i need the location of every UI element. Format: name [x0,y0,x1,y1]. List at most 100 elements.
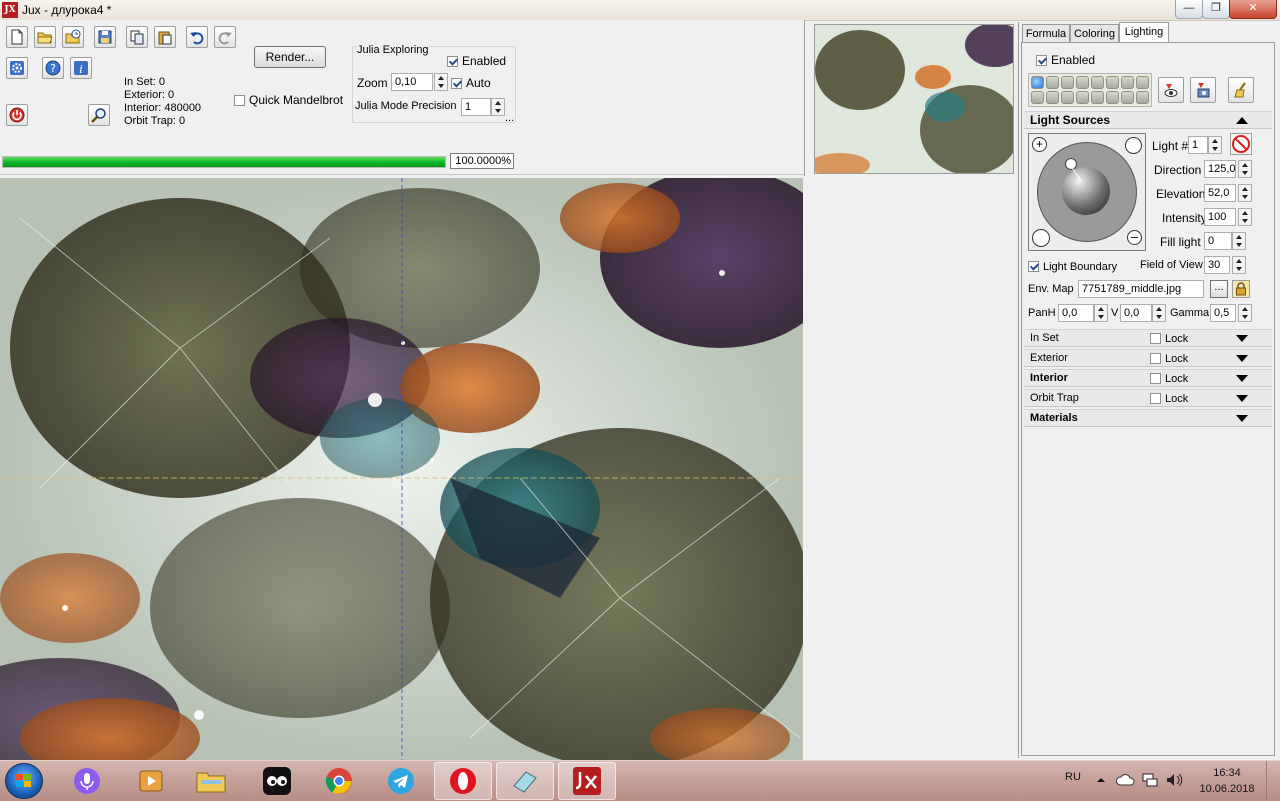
taskbar-notes-app[interactable] [496,762,554,800]
section-orbit-trap[interactable]: Orbit Trap Lock [1024,389,1272,407]
light-boundary-box[interactable] [1028,261,1039,272]
expand-icon[interactable] [1236,355,1248,362]
light-preset-4[interactable] [1076,76,1089,89]
light-preset-5[interactable] [1091,76,1104,89]
env-map-browse-button[interactable]: ... [1210,280,1228,298]
v-input[interactable]: 0,0 [1120,304,1152,322]
julia-enabled-box[interactable] [447,56,458,67]
light-corner-bottom-left[interactable] [1032,229,1050,247]
light-direction-widget[interactable]: + – [1028,133,1146,251]
light-preset-10[interactable] [1046,91,1059,104]
elevation-spinner[interactable] [1238,184,1252,202]
section-exterior[interactable]: Exterior Lock [1024,349,1272,367]
fractal-image[interactable] [0,178,803,760]
open-file-button[interactable] [34,26,56,48]
fov-spinner[interactable] [1232,256,1246,274]
fill-light-input[interactable]: 0 [1204,232,1232,250]
auto-box[interactable] [451,78,462,89]
v-spinner[interactable] [1152,304,1166,322]
fov-input[interactable]: 30 [1204,256,1230,274]
tray-language[interactable]: RU [1065,771,1081,783]
close-button[interactable]: ✕ [1229,0,1277,19]
light-preset-1[interactable] [1031,76,1044,89]
interior-lock-box[interactable] [1150,373,1161,384]
tray-clock-date[interactable]: 10.06.2018 [1196,783,1258,795]
tray-network-icon[interactable] [1141,771,1159,789]
expand-icon[interactable] [1236,415,1248,422]
exterior-lock-box[interactable] [1150,353,1161,364]
intensity-spinner[interactable] [1238,208,1252,226]
zoom-spinner[interactable] [434,73,448,91]
info-button[interactable]: i [70,57,92,79]
zoom-input[interactable]: 0,10 [391,73,433,91]
light-preset-12[interactable] [1076,91,1089,104]
zoom-button[interactable] [88,104,110,126]
redo-button[interactable] [214,26,236,48]
undo-button[interactable] [186,26,208,48]
expand-icon[interactable] [1236,375,1248,382]
tab-coloring[interactable]: Coloring [1070,24,1119,42]
light-preview-button[interactable] [1158,77,1184,103]
light-preset-11[interactable] [1061,91,1074,104]
light-num-input[interactable]: 1 [1188,136,1208,154]
light-preset-6[interactable] [1106,76,1119,89]
section-in-set[interactable]: In Set Lock [1024,329,1272,347]
clear-lights-button[interactable] [1228,77,1254,103]
section-interior[interactable]: Interior Lock [1024,369,1272,387]
orbit-trap-lock-checkbox[interactable]: Lock [1150,391,1188,407]
tray-volume-icon[interactable] [1165,771,1183,789]
light-preset-15[interactable] [1121,91,1134,104]
tray-clock-time[interactable]: 16:34 [1206,767,1248,779]
new-file-button[interactable] [6,26,28,48]
start-button[interactable] [5,763,43,799]
taskbar-chrome[interactable] [310,762,368,800]
save-button[interactable] [94,26,116,48]
copy-button[interactable] [126,26,148,48]
settings-button[interactable] [6,57,28,79]
direction-spinner[interactable] [1238,160,1252,178]
light-preset-3[interactable] [1061,76,1074,89]
light-preset-16[interactable] [1136,91,1149,104]
taskbar-jux[interactable] [558,762,616,800]
remove-light-icon[interactable]: – [1127,230,1142,245]
expand-icon[interactable] [1236,335,1248,342]
light-boundary-checkbox[interactable]: Light Boundary [1028,261,1117,273]
gamma-spinner[interactable] [1238,304,1252,322]
tray-network-cloud-icon[interactable] [1116,771,1136,789]
light-preset-2[interactable] [1046,76,1059,89]
in-set-lock-checkbox[interactable]: Lock [1150,331,1188,347]
light-sources-header[interactable]: Light Sources [1024,111,1272,129]
light-preset-14[interactable] [1106,91,1119,104]
direction-input[interactable]: 125,0 [1204,160,1236,178]
taskbar-telegram[interactable] [372,762,430,800]
maximize-button[interactable]: ❐ [1202,0,1230,19]
quick-mandelbrot-checkbox[interactable]: Quick Mandelbrot [234,93,343,107]
interior-lock-checkbox[interactable]: Lock [1150,371,1188,387]
light-num-spinner[interactable] [1208,136,1222,154]
recent-files-button[interactable] [62,26,84,48]
light-snapshot-button[interactable] [1190,77,1216,103]
taskbar-messenger[interactable] [248,762,306,800]
taskbar-voice-assistant[interactable] [58,762,116,800]
taskbar-opera[interactable] [434,762,492,800]
tab-lighting[interactable]: Lighting [1119,22,1169,43]
orbit-trap-lock-box[interactable] [1150,393,1161,404]
tray-expand-icon[interactable] [1096,775,1106,785]
taskbar-file-explorer[interactable] [182,762,240,800]
light-corner-top-right[interactable] [1125,137,1142,154]
light-preset-9[interactable] [1031,91,1044,104]
expand-icon[interactable] [1236,395,1248,402]
precision-input[interactable]: 1 [461,98,491,116]
elevation-input[interactable]: 52,0 [1204,184,1236,202]
preview-thumbnail[interactable] [814,24,1014,174]
fill-light-spinner[interactable] [1232,232,1246,250]
stop-button[interactable] [6,104,28,126]
taskbar-media-player[interactable] [122,762,180,800]
tab-formula[interactable]: Formula [1022,24,1070,42]
section-materials[interactable]: Materials [1024,409,1272,427]
delete-light-button[interactable] [1230,133,1252,155]
gamma-input[interactable]: 0,5 [1210,304,1236,322]
quick-mandelbrot-box[interactable] [234,95,245,106]
help-button[interactable]: ? [42,57,64,79]
panh-spinner[interactable] [1094,304,1108,322]
